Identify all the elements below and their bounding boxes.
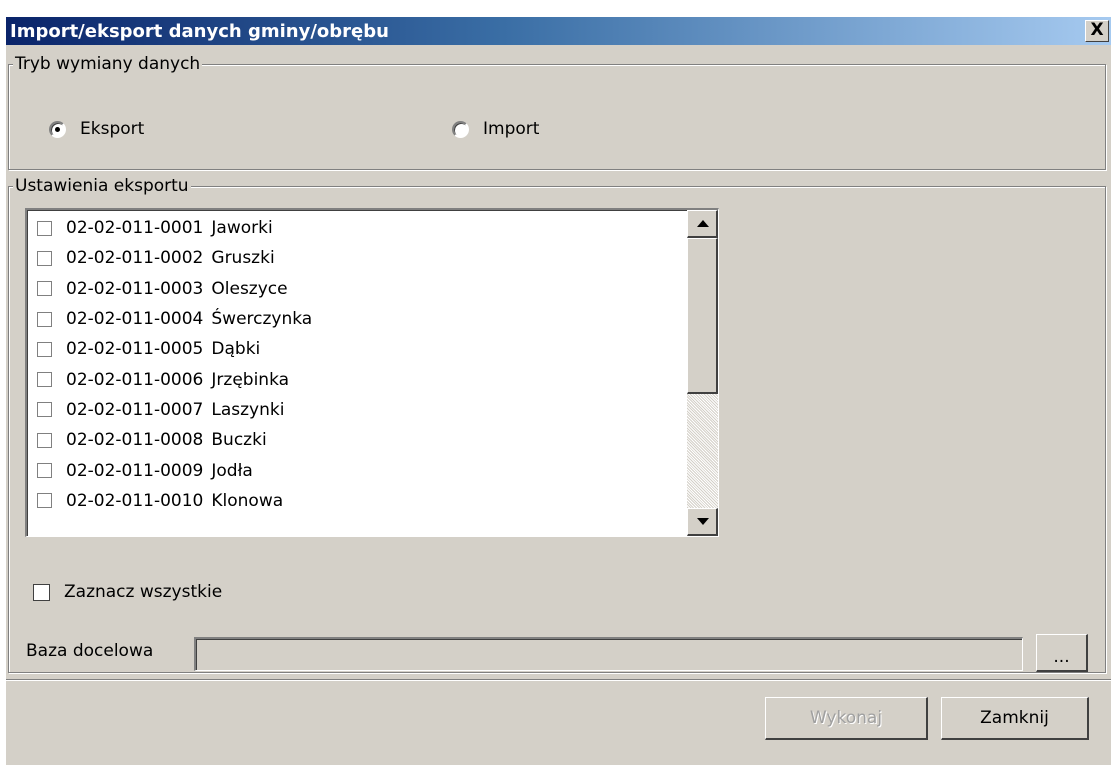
select-all-label: Zaznacz wszystkie	[64, 582, 223, 602]
list-item-code: 02-02-011-0007	[66, 399, 204, 420]
close-window-button[interactable]: X	[1085, 20, 1109, 42]
list-item-code: 02-02-011-0004	[66, 309, 204, 330]
list-item-name: Klonowa	[211, 490, 284, 511]
radio-import-indicator[interactable]	[452, 120, 469, 138]
scroll-down-button[interactable]	[687, 508, 718, 536]
list-item[interactable]: 02-02-011-0002 Gruszki	[37, 243, 312, 273]
list-item-name: Jrzębinka	[211, 369, 290, 390]
mode-groupbox: Tryb wymiany danych Eksport Import	[8, 53, 1106, 170]
list-item-checkbox[interactable]	[37, 311, 52, 327]
list-item-checkbox[interactable]	[37, 281, 52, 297]
select-all-checkbox[interactable]: Zaznacz wszystkie	[33, 582, 222, 602]
list-item-checkbox[interactable]	[37, 463, 52, 479]
list-item[interactable]: 02-02-011-0001 Jaworki	[37, 213, 312, 243]
list-item-checkbox[interactable]	[37, 402, 52, 418]
list-item-code: 02-02-011-0008	[66, 430, 204, 451]
list-item[interactable]: 02-02-011-0004 Śwerczynka	[37, 304, 312, 334]
scroll-up-button[interactable]	[687, 210, 718, 238]
arrow-up-icon	[697, 220, 709, 227]
list-item-code: 02-02-011-0001	[66, 218, 204, 239]
window-title: Import/eksport danych gminy/obrębu	[10, 21, 389, 42]
execute-button[interactable]: Wykonaj	[765, 697, 928, 740]
radio-export-label: Eksport	[80, 119, 145, 139]
list-item-name: Jaworki	[211, 218, 273, 239]
dialog-window: Import/eksport danych gminy/obrębu X Try…	[6, 17, 1111, 765]
list-item-code: 02-02-011-0010	[66, 490, 204, 511]
radio-import[interactable]: Import	[452, 119, 539, 139]
list-item[interactable]: 02-02-011-0006 Jrzębinka	[37, 364, 312, 394]
close-button[interactable]: Zamknij	[941, 697, 1089, 740]
list-item-name: Laszynki	[211, 399, 285, 420]
list-item-checkbox[interactable]	[37, 372, 52, 388]
list-scrollbar[interactable]	[687, 210, 718, 536]
list-item-name: Jodła	[211, 460, 253, 481]
arrow-down-icon	[697, 518, 709, 525]
list-item-code: 02-02-011-0002	[66, 248, 204, 269]
title-bar[interactable]: Import/eksport danych gminy/obrębu X	[6, 17, 1111, 45]
list-item-code: 02-02-011-0003	[66, 278, 204, 299]
list-item-code: 02-02-011-0009	[66, 460, 204, 481]
list-item-code: 02-02-011-0005	[66, 339, 204, 360]
list-item[interactable]: 02-02-011-0008 Buczki	[37, 425, 312, 455]
list-item-code: 02-02-011-0006	[66, 369, 204, 390]
list-item-checkbox[interactable]	[37, 220, 52, 236]
list-item-checkbox[interactable]	[37, 432, 52, 448]
target-db-input[interactable]	[194, 637, 1023, 671]
list-item-checkbox[interactable]	[37, 250, 52, 266]
list-item[interactable]: 02-02-011-0003 Oleszyce	[37, 274, 312, 304]
list-item-name: Buczki	[211, 430, 267, 451]
list-item-name: Dąbki	[211, 339, 261, 360]
scroll-thumb[interactable]	[687, 238, 718, 394]
mode-group-legend: Tryb wymiany danych	[13, 53, 203, 75]
radio-import-label: Import	[483, 119, 540, 139]
list-item-checkbox[interactable]	[37, 493, 52, 509]
list-item[interactable]: 02-02-011-0009 Jodła	[37, 455, 312, 485]
footer-separator	[6, 679, 1111, 681]
list-item[interactable]: 02-02-011-0010 Klonowa	[37, 486, 312, 516]
list-item-name: Gruszki	[211, 248, 275, 269]
browse-button[interactable]: ...	[1036, 634, 1088, 672]
select-all-box[interactable]	[33, 583, 50, 601]
list-item-name: Śwerczynka	[211, 309, 313, 330]
list-item[interactable]: 02-02-011-0007 Laszynki	[37, 395, 312, 425]
precinct-listbox[interactable]: 02-02-011-0001 Jaworki 02-02-011-0002 Gr…	[25, 208, 719, 537]
list-item-name: Oleszyce	[211, 278, 288, 299]
target-db-label: Baza docelowa	[26, 641, 154, 661]
export-group-legend: Ustawienia eksportu	[13, 175, 191, 197]
list-item-checkbox[interactable]	[37, 341, 52, 357]
radio-export-indicator[interactable]	[49, 120, 66, 138]
radio-export[interactable]: Eksport	[49, 119, 144, 139]
precinct-list: 02-02-011-0001 Jaworki 02-02-011-0002 Gr…	[37, 213, 312, 516]
list-item[interactable]: 02-02-011-0005 Dąbki	[37, 334, 312, 364]
